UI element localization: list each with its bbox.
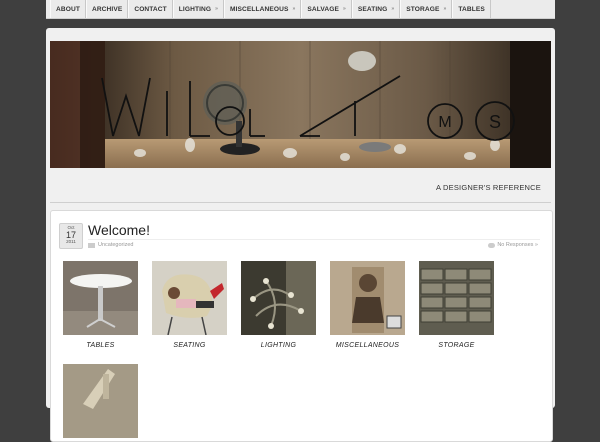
post-title[interactable]: Welcome! xyxy=(88,222,150,238)
nav-item-contact[interactable]: CONTACT xyxy=(128,0,173,18)
lighting-photo xyxy=(241,261,316,335)
gallery-thumb-salvage[interactable] xyxy=(63,364,138,438)
nav-label: ARCHIVE xyxy=(91,5,123,13)
nav-label: TABLES xyxy=(458,5,485,13)
nav-label: LIGHTING xyxy=(178,5,212,13)
gallery-thumb-seating[interactable] xyxy=(152,261,227,335)
nav-label: MISCELLANEOUS xyxy=(230,5,289,13)
nav-item-tables[interactable]: TABLES xyxy=(452,0,491,18)
top-nav: ABOUT ARCHIVE CONTACT LIGHTING» MISCELLA… xyxy=(46,0,555,19)
gallery-thumb-lighting[interactable] xyxy=(241,261,316,335)
date-year: 2011 xyxy=(66,239,76,244)
post-date-badge: Oct 17 2011 xyxy=(59,223,83,249)
nav-label: SALVAGE xyxy=(307,5,339,13)
date-day: 17 xyxy=(65,230,76,240)
gallery-thumb-storage[interactable] xyxy=(419,261,494,335)
header-photo: M S xyxy=(50,41,551,168)
comment-icon xyxy=(488,242,496,248)
responses-label: No Responses » xyxy=(497,242,538,248)
nav-item-storage[interactable]: STORAGE» xyxy=(400,0,453,18)
dropdown-arrow-icon: » xyxy=(292,6,296,12)
dropdown-arrow-icon: » xyxy=(342,6,346,12)
tables-photo xyxy=(63,261,138,335)
storage-photo xyxy=(419,261,494,335)
miscellaneous-photo xyxy=(330,261,405,335)
site-tagline: A DESIGNER'S REFERENCE xyxy=(435,183,541,192)
nav-label: STORAGE xyxy=(406,5,440,13)
salvage-photo xyxy=(63,364,138,438)
dropdown-arrow-icon: » xyxy=(391,6,395,12)
post-responses[interactable]: No Responses » xyxy=(488,242,538,248)
post-meta: Uncategorized No Responses » xyxy=(88,239,540,250)
nav-label: CONTACT xyxy=(134,5,167,13)
gallery-caption[interactable]: TABLES xyxy=(63,342,138,349)
nav-item-lighting[interactable]: LIGHTING» xyxy=(172,0,224,18)
nav-item-about[interactable]: ABOUT xyxy=(50,0,86,18)
svg-text:M: M xyxy=(438,114,451,131)
tagline-row: A DESIGNER'S REFERENCE xyxy=(50,168,551,203)
nav-item-miscellaneous[interactable]: MISCELLANEOUS» xyxy=(224,0,302,18)
post-category[interactable]: Uncategorized xyxy=(88,242,133,248)
gallery-caption[interactable]: LIGHTING xyxy=(241,342,316,349)
gallery-thumb-tables[interactable] xyxy=(63,261,138,335)
nav-item-archive[interactable]: ARCHIVE xyxy=(85,0,129,18)
nav-label: SEATING xyxy=(357,5,388,13)
dropdown-arrow-icon: » xyxy=(215,6,218,12)
gallery-caption[interactable]: STORAGE xyxy=(419,342,494,349)
gallery-caption[interactable]: SEATING xyxy=(152,342,227,349)
nav-item-salvage[interactable]: SALVAGE» xyxy=(301,0,352,18)
nav-label: ABOUT xyxy=(56,5,80,13)
gallery-caption[interactable]: MISCELLANEOUS xyxy=(330,342,405,349)
folder-icon xyxy=(88,242,95,248)
nav-item-seating[interactable]: SEATING» xyxy=(351,0,401,18)
dropdown-arrow-icon: » xyxy=(443,6,447,12)
category-label: Uncategorized xyxy=(98,242,134,248)
post-card: Oct 17 2011 Welcome! Uncategorized No Re… xyxy=(50,210,553,442)
gallery-thumb-miscellaneous[interactable] xyxy=(330,261,405,335)
header-banner[interactable]: M S xyxy=(50,41,551,168)
svg-text:S: S xyxy=(489,112,501,132)
content-wrapper: M S A DESIGNER'S REFERENCE Oct 17 2011 W… xyxy=(46,28,555,442)
seating-photo xyxy=(152,261,227,335)
